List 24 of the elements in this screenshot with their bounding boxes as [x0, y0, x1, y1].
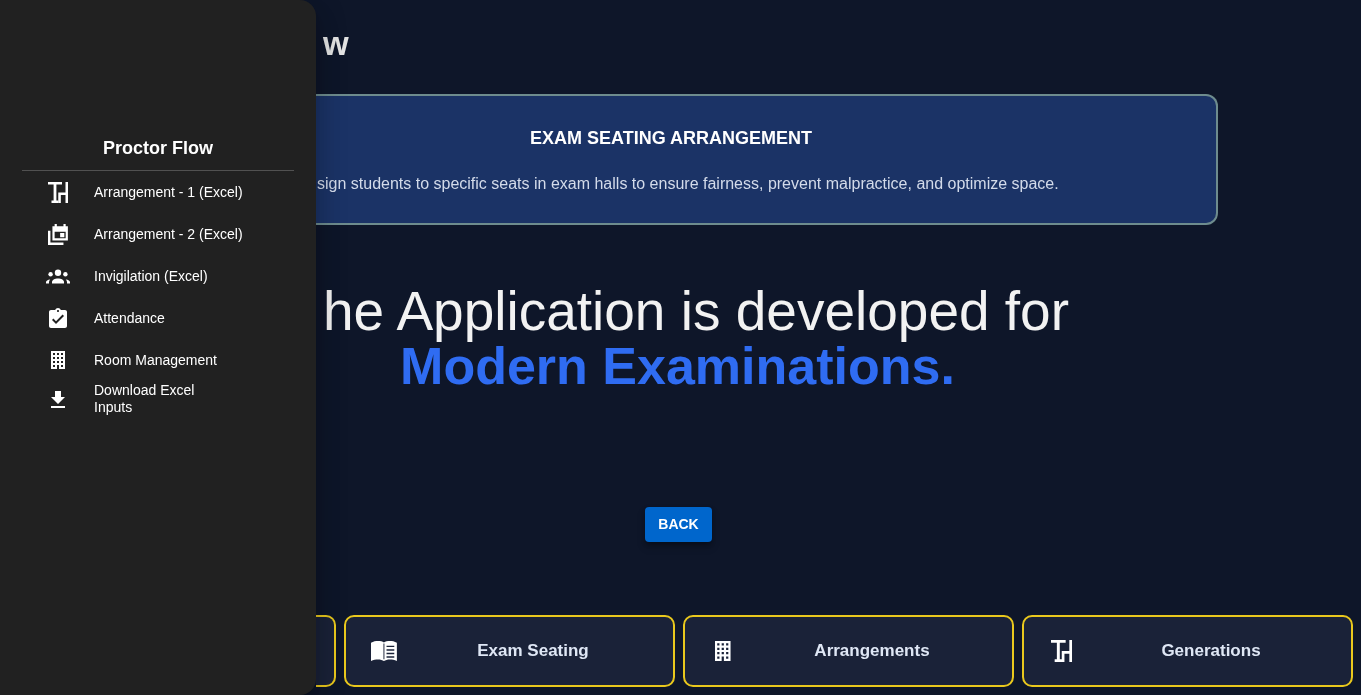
table-chair-icon [1051, 640, 1073, 662]
building-icon [51, 351, 65, 369]
download-icon [51, 390, 65, 408]
building-icon [715, 641, 731, 661]
calendar-stack-icon [48, 223, 68, 245]
page-title: w [323, 24, 349, 64]
group-icon [46, 268, 70, 284]
drawer-title: Proctor Flow [103, 137, 213, 160]
sidebar-item[interactable]: Arrangement - 1 (Excel) [22, 171, 294, 213]
back-button[interactable]: BACK [645, 507, 712, 542]
sidebar-item[interactable]: Attendance [22, 297, 294, 339]
nav-card[interactable]: Exam Seating [344, 615, 675, 687]
clipboard-check-icon [49, 308, 67, 328]
book-icon [371, 641, 397, 661]
card-description: sign students to specific seats in exam halls to ensure fairness, prevent malpractice, and optimize space. [317, 174, 1059, 194]
table-chair-icon [47, 181, 69, 203]
sidebar-item[interactable]: Arrangement - 2 (Excel) [22, 213, 294, 255]
sidebar-item[interactable]: Download Excel Inputs [22, 381, 294, 417]
card-title: EXAM SEATING ARRANGEMENT [530, 127, 812, 149]
sidebar-item[interactable]: Room Management [22, 339, 294, 381]
nav-card[interactable] [316, 615, 336, 687]
nav-card[interactable]: Arrangements [683, 615, 1014, 687]
nav-card[interactable]: Generations [1022, 615, 1353, 687]
sidebar-item[interactable]: Invigilation (Excel) [22, 255, 294, 297]
